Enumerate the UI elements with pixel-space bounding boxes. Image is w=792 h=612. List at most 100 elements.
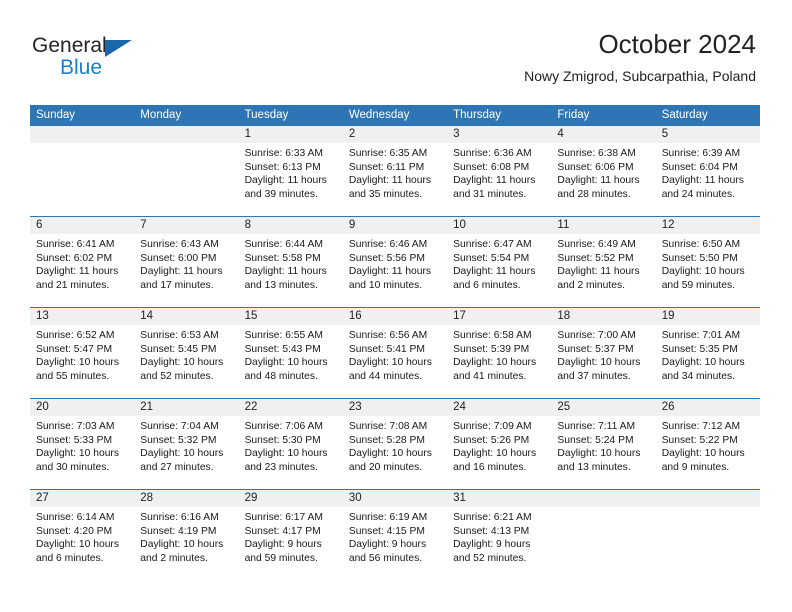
day-number (134, 126, 239, 143)
weekday-header-wednesday: Wednesday (342, 105, 448, 126)
day-number: 23 (342, 399, 448, 416)
daylight-text-line2: and 10 minutes. (348, 279, 423, 291)
day-number: 1 (238, 126, 343, 143)
calendar-day-cell[interactable]: 5 Sunrise: 6:39 AM Sunset: 6:04 PM Daylight… (655, 125, 760, 217)
calendar-day-cell[interactable]: 24 Sunrise: 7:09 AM Sunset: 5:26 PM Dayligh… (447, 398, 552, 490)
daylight-text-line1: Daylight: 10 hours (557, 357, 641, 369)
calendar-day-cell[interactable]: 11 Sunrise: 6:49 AM Sunset: 5:52 PM Dayligh… (551, 216, 656, 308)
sunrise-text: Sunrise: 6:35 AM (348, 148, 428, 159)
daylight-text-line2: and 9 minutes. (661, 461, 730, 473)
daylight-text-line2: and 13 minutes. (244, 279, 318, 291)
day-number: 25 (551, 399, 656, 416)
daylight-text-line1: Daylight: 10 hours (661, 266, 745, 278)
daylight-text-line1: Daylight: 11 hours (244, 175, 327, 187)
day-number: 20 (30, 399, 135, 416)
calendar-day-cell[interactable]: 8 Sunrise: 6:44 AM Sunset: 5:58 PM Daylight… (238, 216, 343, 308)
logo-text-blue: Blue (60, 56, 103, 79)
sunset-text: Sunset: 6:08 PM (453, 161, 530, 173)
day-number: 21 (134, 399, 239, 416)
calendar-day-cell[interactable]: 25 Sunrise: 7:11 AM Sunset: 5:24 PM Dayligh… (551, 398, 656, 490)
daylight-text-line1: Daylight: 10 hours (348, 448, 432, 460)
calendar-day-cell[interactable]: 6 Sunrise: 6:41 AM Sunset: 6:02 PM Daylight… (30, 216, 135, 308)
calendar-day-cell[interactable]: 15 Sunrise: 6:55 AM Sunset: 5:43 PM Dayligh… (238, 307, 343, 399)
calendar-day-cell[interactable]: 22 Sunrise: 7:06 AM Sunset: 5:30 PM Dayligh… (238, 398, 343, 490)
calendar-day-cell[interactable]: 10 Sunrise: 6:47 AM Sunset: 5:54 PM Dayligh… (447, 216, 552, 308)
daylight-text-line2: and 6 minutes. (36, 552, 104, 564)
sunrise-text: Sunrise: 6:39 AM (661, 148, 741, 159)
sunset-text: Sunset: 5:22 PM (661, 434, 738, 446)
sunrise-text: Sunrise: 6:36 AM (453, 148, 532, 159)
page-header: General Blue October 2024 Nowy Zmigrod, … (0, 0, 792, 100)
sunrise-text: Sunrise: 7:11 AM (557, 421, 636, 432)
daylight-text-line1: Daylight: 10 hours (661, 357, 745, 369)
day-number: 6 (30, 217, 135, 234)
day-details: Sunrise: 7:08 AM Sunset: 5:28 PM Daylight:… (343, 416, 447, 474)
calendar-day-cell[interactable]: 16 Sunrise: 6:56 AM Sunset: 5:41 PM Dayligh… (342, 307, 448, 399)
calendar-day-cell[interactable]: 12 Sunrise: 6:50 AM Sunset: 5:50 PM Dayligh… (655, 216, 760, 308)
daylight-text-line1: Daylight: 10 hours (453, 357, 537, 369)
calendar-header-row: Sunday Monday Tuesday Wednesday Thursday… (30, 105, 760, 126)
sunset-text: Sunset: 6:13 PM (244, 161, 321, 173)
calendar-day-cell[interactable]: 18 Sunrise: 7:00 AM Sunset: 5:37 PM Dayligh… (551, 307, 656, 399)
calendar-day-cell[interactable]: 14 Sunrise: 6:53 AM Sunset: 5:45 PM Dayligh… (134, 307, 239, 399)
sunset-text: Sunset: 5:32 PM (140, 434, 217, 446)
day-details: Sunrise: 6:36 AM Sunset: 6:08 PM Daylight:… (447, 143, 551, 201)
day-details: Sunrise: 7:09 AM Sunset: 5:26 PM Daylight:… (447, 416, 551, 474)
day-details: Sunrise: 6:46 AM Sunset: 5:56 PM Daylight:… (343, 234, 447, 292)
sunrise-text: Sunrise: 6:52 AM (36, 330, 115, 341)
calendar-day-cell[interactable]: 30 Sunrise: 6:19 AM Sunset: 4:15 PM Dayligh… (342, 489, 448, 580)
sunset-text: Sunset: 5:56 PM (348, 252, 425, 264)
calendar-day-cell[interactable]: 23 Sunrise: 7:08 AM Sunset: 5:28 PM Dayligh… (342, 398, 448, 490)
daylight-text-line2: and 55 minutes. (36, 370, 110, 382)
calendar-day-cell[interactable]: 17 Sunrise: 6:58 AM Sunset: 5:39 PM Dayligh… (447, 307, 552, 399)
calendar-day-cell[interactable]: 28 Sunrise: 6:16 AM Sunset: 4:19 PM Dayligh… (134, 489, 239, 580)
daylight-text-line1: Daylight: 11 hours (36, 266, 119, 278)
daylight-text-line2: and 35 minutes. (348, 188, 423, 200)
logo-text-general: General (32, 34, 107, 57)
daylight-text-line2: and 44 minutes. (348, 370, 423, 382)
calendar-day-cell[interactable]: 1 Sunrise: 6:33 AM Sunset: 6:13 PM Daylight… (238, 125, 343, 217)
daylight-text-line2: and 23 minutes. (244, 461, 318, 473)
page-subtitle: Nowy Zmigrod, Subcarpathia, Poland (524, 68, 756, 84)
day-details: Sunrise: 7:00 AM Sunset: 5:37 PM Daylight:… (551, 325, 655, 383)
daylight-text-line2: and 16 minutes. (453, 461, 527, 473)
sunset-text: Sunset: 5:54 PM (453, 252, 530, 264)
day-number: 28 (134, 490, 239, 507)
sunset-text: Sunset: 5:33 PM (36, 434, 113, 446)
calendar-day-cell[interactable]: 29 Sunrise: 6:17 AM Sunset: 4:17 PM Dayligh… (238, 489, 343, 580)
weekday-header-monday: Monday (134, 105, 239, 126)
day-details: Sunrise: 7:06 AM Sunset: 5:30 PM Daylight:… (239, 416, 343, 474)
sunset-text: Sunset: 5:43 PM (244, 343, 321, 355)
daylight-text-line2: and 59 minutes. (661, 279, 735, 291)
day-number: 13 (30, 308, 135, 325)
daylight-text-line1: Daylight: 10 hours (453, 448, 537, 460)
calendar-day-cell[interactable]: 3 Sunrise: 6:36 AM Sunset: 6:08 PM Daylight… (447, 125, 552, 217)
daylight-text-line1: Daylight: 10 hours (557, 448, 641, 460)
sunset-text: Sunset: 6:06 PM (557, 161, 634, 173)
daylight-text-line1: Daylight: 10 hours (140, 357, 224, 369)
day-number: 22 (238, 399, 343, 416)
sunrise-text: Sunrise: 6:38 AM (557, 148, 636, 159)
sunrise-text: Sunrise: 6:56 AM (348, 330, 428, 341)
calendar-day-cell[interactable]: 21 Sunrise: 7:04 AM Sunset: 5:32 PM Dayligh… (134, 398, 239, 490)
sunset-text: Sunset: 5:58 PM (244, 252, 321, 264)
calendar-day-cell[interactable]: 26 Sunrise: 7:12 AM Sunset: 5:22 PM Dayligh… (655, 398, 760, 490)
calendar-day-cell[interactable]: 7 Sunrise: 6:43 AM Sunset: 6:00 PM Daylight… (134, 216, 239, 308)
daylight-text-line1: Daylight: 11 hours (453, 266, 536, 278)
sunset-text: Sunset: 5:35 PM (661, 343, 738, 355)
calendar-day-cell[interactable]: 31 Sunrise: 6:21 AM Sunset: 4:13 PM Dayligh… (447, 489, 552, 580)
calendar-day-cell[interactable]: 4 Sunrise: 6:38 AM Sunset: 6:06 PM Daylight… (551, 125, 656, 217)
calendar-day-cell[interactable]: 27 Sunrise: 6:14 AM Sunset: 4:20 PM Dayligh… (30, 489, 135, 580)
brand-logo[interactable]: General Blue (32, 34, 212, 86)
calendar-day-cell[interactable]: 13 Sunrise: 6:52 AM Sunset: 5:47 PM Dayligh… (30, 307, 135, 399)
day-details: Sunrise: 7:04 AM Sunset: 5:32 PM Daylight:… (134, 416, 238, 474)
calendar-day-cell[interactable]: 19 Sunrise: 7:01 AM Sunset: 5:35 PM Dayligh… (655, 307, 760, 399)
day-number: 11 (551, 217, 656, 234)
calendar-day-cell[interactable]: 2 Sunrise: 6:35 AM Sunset: 6:11 PM Daylight… (342, 125, 448, 217)
calendar-day-cell[interactable]: 9 Sunrise: 6:46 AM Sunset: 5:56 PM Daylight… (342, 216, 448, 308)
daylight-text-line2: and 48 minutes. (244, 370, 318, 382)
calendar-day-cell[interactable]: 20 Sunrise: 7:03 AM Sunset: 5:33 PM Dayligh… (30, 398, 135, 490)
day-details: Sunrise: 6:33 AM Sunset: 6:13 PM Daylight:… (239, 143, 343, 201)
sunrise-text: Sunrise: 7:12 AM (661, 421, 741, 432)
daylight-text-line1: Daylight: 9 hours (244, 539, 322, 551)
